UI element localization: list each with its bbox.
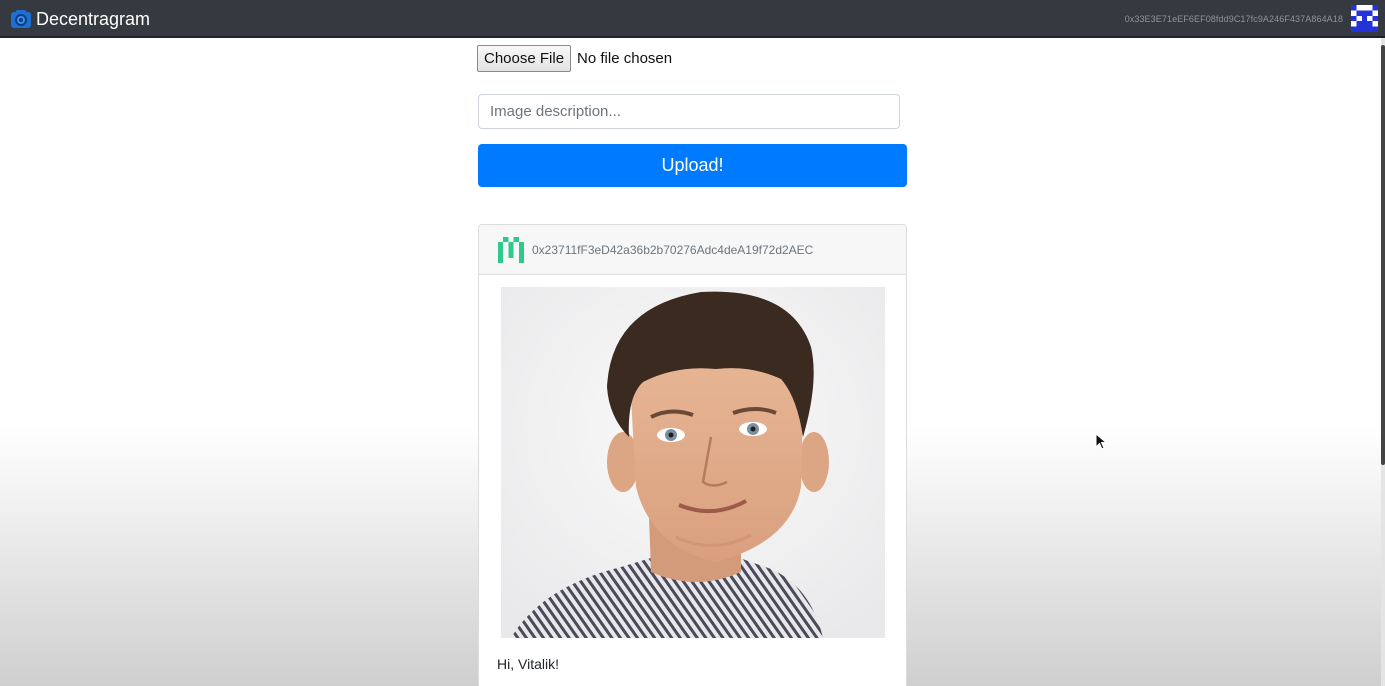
- mouse-pointer-icon: [1095, 433, 1107, 450]
- post-image: [501, 287, 885, 638]
- author-identicon-avatar: [498, 236, 524, 263]
- author-address: 0x23711fF3eD42a36b2b70276Adc4deA19f72d2A…: [532, 242, 814, 257]
- post-card: 0x23711fF3eD42a36b2b70276Adc4deA19f72d2A…: [478, 224, 907, 686]
- file-status: No file chosen: [577, 50, 673, 67]
- post-header: 0x23711fF3eD42a36b2b70276Adc4deA19f72d2A…: [479, 225, 906, 275]
- choose-file-button[interactable]: Choose File: [477, 45, 572, 72]
- portrait-photo: [501, 287, 885, 638]
- post-description: Hi, Vitalik!: [497, 656, 559, 672]
- upload-button[interactable]: Upload!: [478, 144, 907, 187]
- file-picker: Choose File No file chosen: [477, 45, 672, 72]
- scrollbar-thumb[interactable]: [1381, 45, 1385, 465]
- navbar: Decentragram 0x33E3E71eEF6EF08fdd9C17fc9…: [0, 0, 1385, 38]
- brand-link[interactable]: Decentragram: [10, 7, 150, 31]
- account-identicon-avatar: [1351, 5, 1378, 32]
- camera-icon: [11, 10, 31, 28]
- brand-name: Decentragram: [36, 9, 151, 29]
- image-description-input[interactable]: [478, 94, 900, 129]
- account-address: 0x33E3E71eEF6EF08fdd9C17fc9A246F437A864A…: [1124, 13, 1343, 24]
